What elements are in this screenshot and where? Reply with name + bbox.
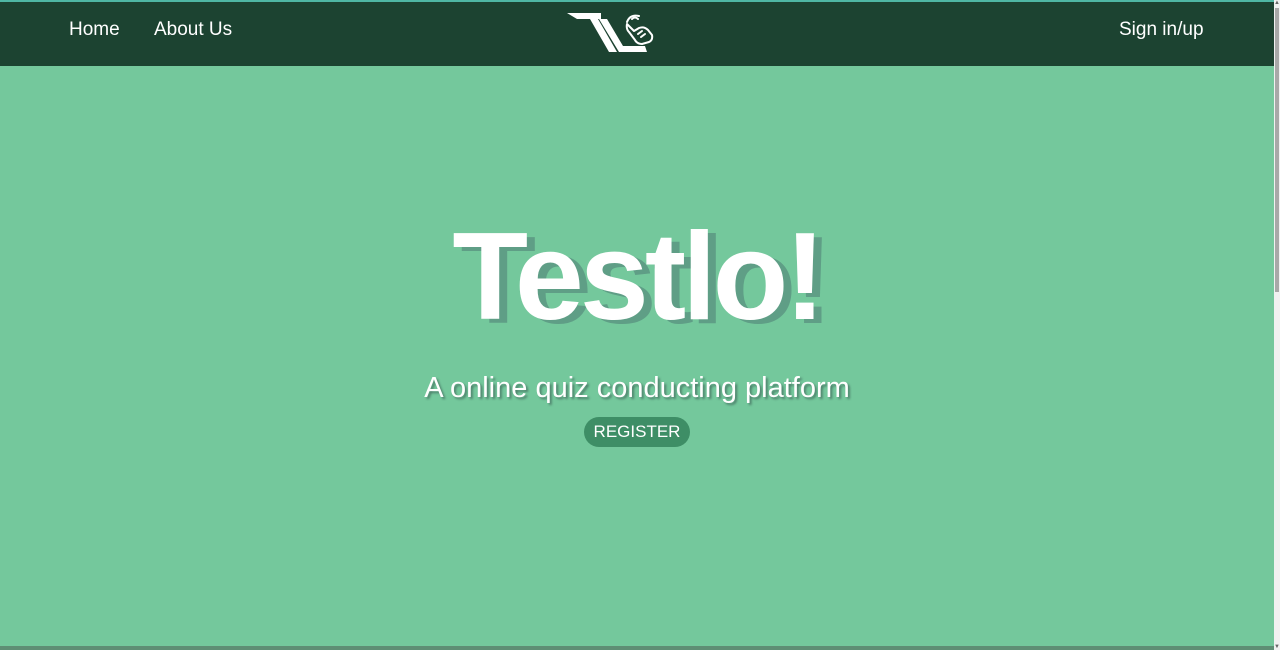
hero-subtitle: A online quiz conducting platform	[424, 372, 850, 404]
page: Home About Us Sign in/up Testlo! A onlin…	[0, 0, 1280, 650]
nav-about-link[interactable]: About Us	[154, 19, 232, 41]
scroll-down-arrow-icon[interactable]: ▼	[1274, 644, 1280, 650]
navbar: Home About Us Sign in/up	[0, 2, 1274, 66]
scroll-up-arrow-icon[interactable]: ▲	[1274, 0, 1280, 6]
testlo-logo-icon[interactable]	[565, 10, 657, 56]
scrollbar-thumb[interactable]	[1275, 8, 1279, 292]
hero-title: Testlo!	[452, 208, 825, 346]
hero-section: Testlo! A online quiz conducting platfor…	[0, 66, 1274, 650]
bottom-strip	[0, 646, 1274, 650]
signin-signup-link[interactable]: Sign in/up	[1119, 19, 1204, 41]
nav-home-link[interactable]: Home	[69, 19, 120, 41]
register-button[interactable]: REGISTER	[584, 417, 690, 447]
vertical-scrollbar[interactable]: ▲ ▼	[1274, 0, 1280, 650]
